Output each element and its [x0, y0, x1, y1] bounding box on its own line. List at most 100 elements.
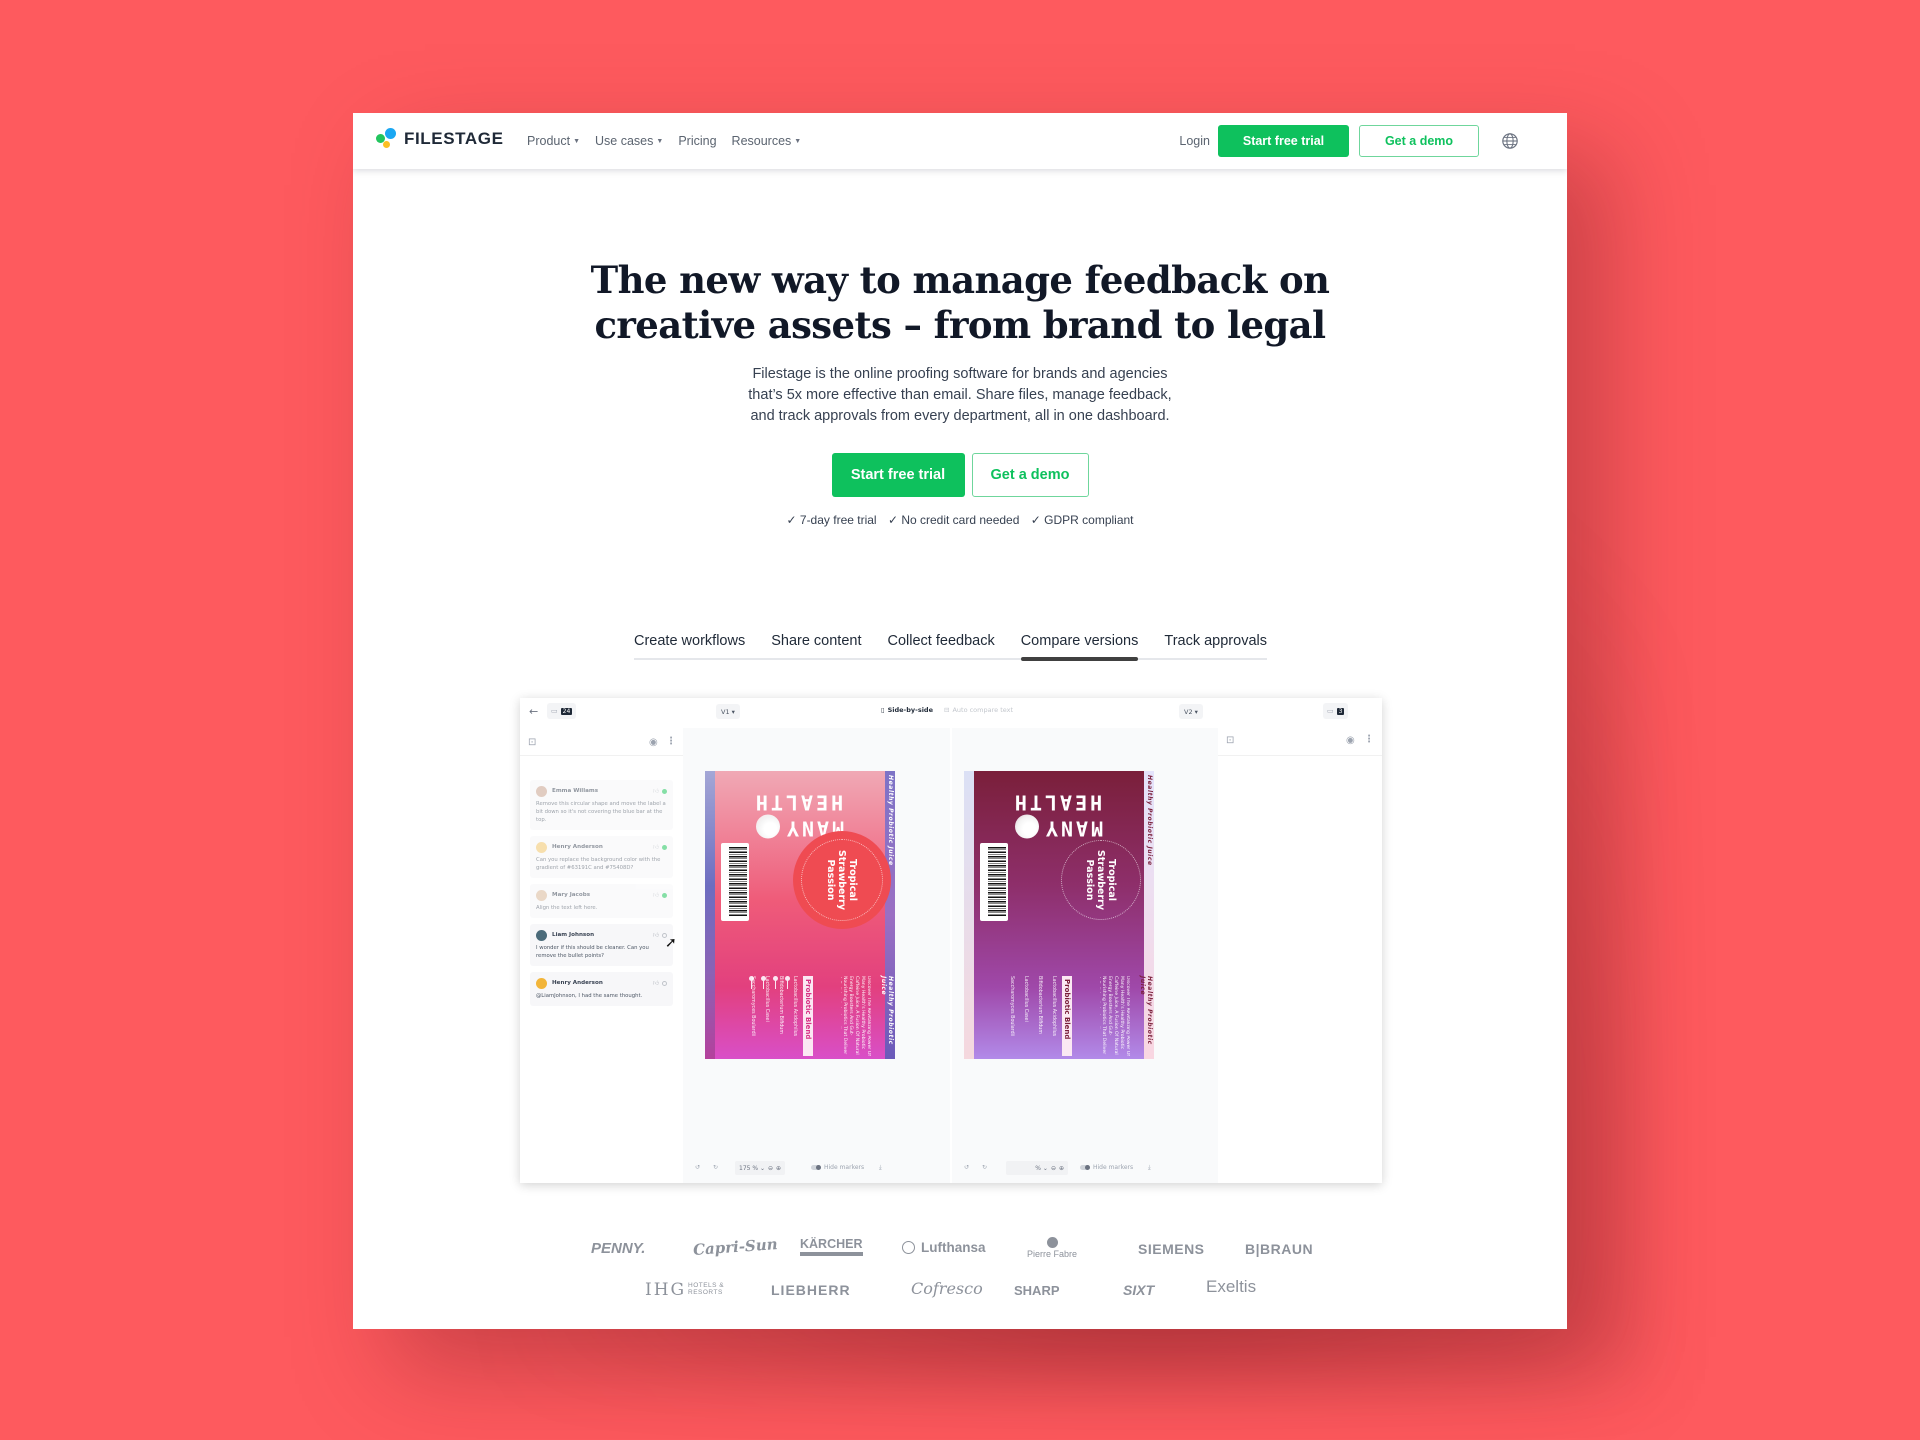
back-arrow-icon[interactable]: ←	[529, 706, 538, 717]
left-comments-count[interactable]: ▭ 24	[547, 703, 577, 719]
avatar	[536, 977, 547, 989]
app-toolbar: ← ▭ 24 V1 ▾ ▯ Side-by-side ⊟ Auto compar…	[520, 698, 1382, 728]
hero-get-demo-button[interactable]: Get a demo	[971, 453, 1089, 497]
package-artwork-v2: Healthy Probiotic Juice Healthy Probioti…	[964, 771, 1154, 1059]
resolved-check-icon[interactable]	[662, 788, 667, 794]
zoom-in-icon[interactable]: ⊕	[1059, 1165, 1064, 1172]
benefit-gdpr: ✓ GDPR compliant	[1030, 513, 1134, 527]
flavor-text: Tropical Strawberry Passion	[1084, 849, 1118, 911]
hero-start-trial-button[interactable]: Start free trial	[831, 453, 965, 497]
logo-liebherr: LIEBHERR	[771, 1282, 851, 1298]
nav-get-demo-button[interactable]: Get a demo	[1359, 125, 1479, 157]
zoom-control-v2[interactable]: % ⌄ ⊖ ⊕	[1006, 1161, 1068, 1175]
comment-header: Mary Jacobs 👍︎	[536, 889, 667, 901]
zoom-in-icon[interactable]: ⊕	[776, 1165, 781, 1172]
resolve-check-icon[interactable]	[662, 980, 667, 986]
nav-links: Product ▼ Use cases ▼ Pricing Resources …	[527, 113, 801, 169]
tab-create-workflows[interactable]: Create workflows	[634, 633, 745, 658]
logo-lufthansa-text: Lufthansa	[921, 1240, 986, 1255]
comment-text: Align the text left here.	[536, 905, 598, 911]
logo-pierre-fabre: Pierre Fabre	[1027, 1237, 1077, 1259]
comment-icon: ▭	[551, 707, 558, 715]
blend-title: Probiotic Blend	[1062, 976, 1072, 1056]
caret-down-icon: ▼	[573, 137, 581, 145]
flavor-badge: Tropical Strawberry Passion	[793, 831, 891, 929]
rotate-right-icon[interactable]: ↻	[713, 1164, 718, 1171]
blend-item: Bifidobacterium Bifidum	[1037, 976, 1042, 1035]
tab-track-approvals[interactable]: Track approvals	[1164, 633, 1267, 658]
resolved-check-icon[interactable]	[662, 892, 667, 898]
side-text-bottom: Healthy Probiotic Juice	[1139, 976, 1153, 1045]
flavor-badge: Tropical Strawberry Passion	[1052, 831, 1150, 929]
filestage-logo[interactable]: FILESTAGE	[376, 128, 504, 150]
feature-tabs: Create workflows Share content Collect f…	[634, 633, 1267, 661]
thumbs-up-icon[interactable]: 👍︎	[653, 843, 659, 851]
hide-markers-toggle[interactable]: Hide markers	[1080, 1164, 1133, 1171]
logo-penny: PENNY.	[591, 1240, 646, 1257]
comment-author: Liam Johnson	[552, 932, 595, 938]
hero-description: Filestage is the online proofing softwar…	[353, 364, 1567, 427]
resolved-check-icon[interactable]	[662, 844, 667, 850]
comment-author: Mary Jacobs	[552, 892, 591, 898]
barcode	[980, 843, 1008, 921]
comment-card[interactable]: Henry Anderson 👍︎ Can you replace the back…	[530, 836, 673, 878]
brand-name: FILESTAGE	[404, 129, 504, 148]
download-icon[interactable]: ⤓	[879, 1164, 882, 1172]
more-options-icon[interactable]: ⋮	[1364, 735, 1374, 745]
comment-card[interactable]: Emma Willams 👍︎ Remove this circular shape…	[530, 780, 673, 830]
viewer-v1[interactable]: Healthy Probiotic Juice Healthy Probioti…	[683, 728, 950, 1183]
rotate-left-icon[interactable]: ↺	[964, 1164, 969, 1171]
book-icon: ▯	[881, 706, 885, 714]
thumbs-up-icon[interactable]: 👍︎	[653, 891, 659, 899]
version-select-v2[interactable]: V2 ▾	[1179, 704, 1203, 719]
nav-product-label: Product	[527, 134, 571, 148]
download-icon[interactable]: ⤓	[1148, 1164, 1151, 1172]
hero-description-line-2: that’s 5x more effective than email. Sha…	[748, 387, 1172, 403]
nav-pricing[interactable]: Pricing	[678, 134, 716, 148]
nav-start-trial-button[interactable]: Start free trial	[1218, 125, 1349, 157]
comment-text: Remove this circular shape and move the …	[536, 801, 666, 823]
zoom-out-icon[interactable]: ⊖	[768, 1165, 773, 1172]
side-by-side-toggle[interactable]: ▯ Side-by-side	[881, 706, 933, 714]
nav-product[interactable]: Product ▼	[527, 134, 580, 148]
comment-card[interactable]: Liam Johnson 👍︎ I wonder if this should be…	[530, 924, 673, 966]
zoom-out-icon[interactable]: ⊖	[1051, 1165, 1056, 1172]
add-comment-icon[interactable]: ⊡	[528, 738, 536, 748]
tab-share-content[interactable]: Share content	[771, 633, 861, 658]
viewer-v2-toolbar: ↺ ↻ % ⌄ ⊖ ⊕ Hide markers ⤓	[952, 1153, 1218, 1183]
thumbs-up-icon[interactable]: 👍︎	[653, 787, 659, 795]
auto-compare-toggle[interactable]: ⊟ Auto compare text	[944, 706, 1013, 714]
eye-icon[interactable]: ◉	[1346, 736, 1355, 746]
eye-icon[interactable]: ◉	[649, 738, 658, 748]
tab-compare-versions[interactable]: Compare versions	[1020, 633, 1138, 661]
thumbs-up-icon[interactable]: 👍︎	[653, 979, 659, 987]
text-compare-icon: ⊟	[944, 706, 950, 714]
logo-pierre-fabre-text: Pierre Fabre	[1027, 1249, 1078, 1259]
barcode	[721, 843, 749, 921]
avatar	[536, 785, 547, 797]
globe-icon[interactable]	[1501, 132, 1519, 150]
login-link[interactable]: Login	[1179, 134, 1210, 148]
comment-header: Emma Willams 👍︎	[536, 785, 667, 797]
right-comments-count[interactable]: ▭ 3	[1323, 703, 1349, 719]
blend-item: Lactobacillus Casei	[1023, 976, 1028, 1022]
website-card: FILESTAGE Product ▼ Use cases ▼ Pricing …	[353, 113, 1567, 1329]
rotate-left-icon[interactable]: ↺	[695, 1164, 700, 1171]
viewer-v2[interactable]: Healthy Probiotic Juice Healthy Probioti…	[952, 728, 1218, 1183]
thumbs-up-icon[interactable]: 👍︎	[653, 931, 659, 939]
logo-bbraun: B|BRAUN	[1245, 1241, 1314, 1257]
version-select-v1[interactable]: V1 ▾	[716, 704, 740, 719]
comment-card[interactable]: Mary Jacobs 👍︎ Align the text left here.	[530, 884, 673, 918]
hide-markers-toggle[interactable]: Hide markers	[811, 1164, 864, 1171]
nav-use-cases[interactable]: Use cases ▼	[595, 134, 663, 148]
nav-pricing-label: Pricing	[678, 134, 717, 148]
pierre-fabre-mark-icon	[1046, 1237, 1058, 1248]
rotate-right-icon[interactable]: ↻	[982, 1164, 987, 1171]
nav-resources[interactable]: Resources ▼	[732, 134, 802, 148]
tab-collect-feedback[interactable]: Collect feedback	[888, 633, 995, 658]
comment-card[interactable]: Henry Anderson 👍︎ @LiamJohnson, I had the …	[530, 972, 673, 1006]
blend-item: Bifidobacterium Bifidum	[778, 976, 783, 1035]
more-options-icon[interactable]: ⋮	[666, 737, 676, 747]
add-comment-icon[interactable]: ⊡	[1226, 736, 1234, 746]
zoom-control-v1[interactable]: 175 % ⌄ ⊖ ⊕	[735, 1161, 786, 1175]
